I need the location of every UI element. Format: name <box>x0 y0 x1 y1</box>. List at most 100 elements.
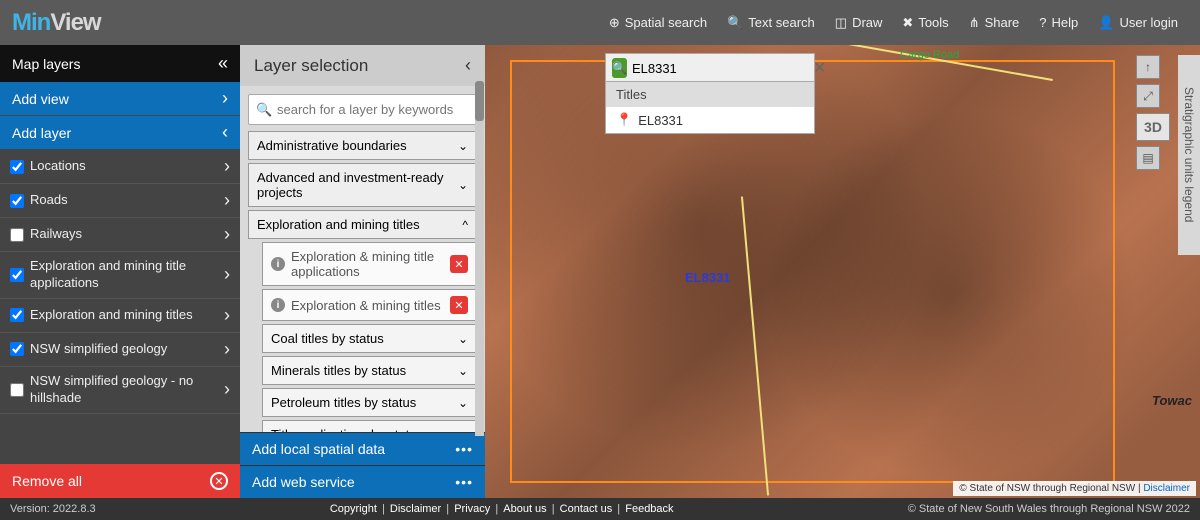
footer-link[interactable]: Copyright <box>328 503 379 515</box>
subcategory[interactable]: Petroleum titles by status <box>262 388 477 417</box>
basemap-icon[interactable]: ▤ <box>1136 146 1160 170</box>
remove-layer-icon[interactable]: ✕ <box>450 255 468 273</box>
topbar-icon: 👤 <box>1098 15 1114 31</box>
toggle-3d-button[interactable]: 3D <box>1136 113 1170 141</box>
topbar-item[interactable]: ⊕Spatial search <box>599 15 717 31</box>
map-tools: ↑ ⤢ 3D ▤ <box>1136 55 1170 170</box>
layer-row[interactable]: NSW simplified geology <box>0 333 240 367</box>
layer-label: NSW simplified geology - no hillshade <box>30 373 218 407</box>
layer-checkbox[interactable] <box>10 268 24 282</box>
topbar-icon: 🔍 <box>727 15 743 31</box>
road-label: Cargo Road <box>900 49 959 61</box>
topbar-label: Text search <box>748 15 814 30</box>
chevron-down-icon <box>458 178 468 192</box>
subcategory[interactable]: Title applications by status or mineral … <box>262 420 477 432</box>
topbar-icon: ⊕ <box>609 15 620 31</box>
legend-tab[interactable]: Stratigraphic units legend <box>1178 55 1200 255</box>
search-icon: 🔍 <box>256 102 272 118</box>
add-layer-label: Add layer <box>12 125 71 141</box>
topbar-item[interactable]: 🔍 Text search <box>717 15 825 31</box>
topbar-label: Draw <box>852 15 882 30</box>
layer-label: Railways <box>30 226 218 243</box>
layer-row[interactable]: Railways <box>0 218 240 252</box>
layer-checkbox[interactable] <box>10 383 24 397</box>
add-layer-button[interactable]: Add layer <box>0 116 240 150</box>
active-layer-row[interactable]: iExploration & mining titles✕ <box>262 289 477 321</box>
collapse-icon <box>218 53 228 74</box>
map-search-input[interactable] <box>632 61 808 76</box>
chevron-right-icon <box>224 339 230 360</box>
topbar-item[interactable]: ◫ Draw <box>825 15 893 31</box>
info-icon: i <box>271 257 285 271</box>
layer-label: Locations <box>30 158 218 175</box>
layer-label: Exploration and mining titles <box>30 307 218 324</box>
topbar-item[interactable]: 👤 User login <box>1088 15 1188 31</box>
map-search-box: 🔍 ✕ <box>605 53 815 83</box>
layer-selection-panel: Layer selection 🔍 Administrative boundar… <box>240 45 485 498</box>
map-layers-header[interactable]: Map layers <box>0 45 240 82</box>
topbar-label: User login <box>1119 15 1178 30</box>
search-submit-icon[interactable]: 🔍 <box>612 58 627 78</box>
add-view-button[interactable]: Add view <box>0 82 240 116</box>
topbar-icon: ◫ <box>835 15 847 31</box>
footer-links: Copyright | Disclaimer | Privacy | About… <box>96 503 908 515</box>
layer-selection-header[interactable]: Layer selection <box>240 45 485 86</box>
search-dropdown: Titles 📍EL8331 <box>605 81 815 134</box>
clear-search-icon[interactable]: ✕ <box>813 58 826 78</box>
add-web-service-button[interactable]: Add web service <box>240 465 485 498</box>
layer-checkbox[interactable] <box>10 228 24 242</box>
add-local-data-button[interactable]: Add local spatial data <box>240 432 485 465</box>
layer-label: Roads <box>30 192 218 209</box>
layer-row[interactable]: NSW simplified geology - no hillshade <box>0 367 240 414</box>
topbar-label: Help <box>1052 15 1079 30</box>
footer-link[interactable]: About us <box>501 503 548 515</box>
subcategory[interactable]: Minerals titles by status <box>262 356 477 385</box>
layer-row[interactable]: Exploration and mining titles <box>0 299 240 333</box>
category-projects[interactable]: Advanced and investment-ready projects <box>248 163 477 207</box>
disclaimer-link[interactable]: Disclaimer <box>1143 483 1190 494</box>
topbar-item[interactable]: ✖Tools <box>892 15 958 31</box>
category-admin[interactable]: Administrative boundaries <box>248 131 477 160</box>
category-titles[interactable]: Exploration and mining titles <box>248 210 477 239</box>
topbar-item[interactable]: ?Help <box>1029 15 1088 31</box>
pin-icon: 📍 <box>616 112 632 128</box>
layer-checkbox[interactable] <box>10 194 24 208</box>
layer-checkbox[interactable] <box>10 342 24 356</box>
chevron-down-icon <box>458 364 468 378</box>
topbar-icon: ✖ <box>902 15 913 31</box>
footer-link[interactable]: Contact us <box>558 503 615 515</box>
fullscreen-icon[interactable]: ⤢ <box>1136 84 1160 108</box>
info-icon: i <box>271 298 285 312</box>
attribution: © State of NSW through Regional NSW | Di… <box>953 481 1196 496</box>
subcategory[interactable]: Coal titles by status <box>262 324 477 353</box>
footer-link[interactable]: Privacy <box>452 503 492 515</box>
layer-row[interactable]: Roads <box>0 184 240 218</box>
north-arrow-icon[interactable]: ↑ <box>1136 55 1160 79</box>
dropdown-item[interactable]: 📍EL8331 <box>606 107 814 133</box>
chevron-right-icon <box>224 224 230 245</box>
active-layer-row[interactable]: iExploration & mining title applications… <box>262 242 477 286</box>
chevron-right-icon <box>224 305 230 326</box>
logo-pre: Min <box>12 9 50 36</box>
logo-post: View <box>50 9 100 36</box>
remove-all-button[interactable]: Remove all ✕ <box>0 464 240 498</box>
layer-checkbox[interactable] <box>10 160 24 174</box>
footer: Version: 2022.8.3 Copyright | Disclaimer… <box>0 498 1200 520</box>
footer-link[interactable]: Disclaimer <box>388 503 443 515</box>
map-canvas[interactable]: Cargo Road EL8331 Towac 🔍 ✕ Titles 📍EL83… <box>485 45 1200 498</box>
layer-label: Exploration and mining title application… <box>30 258 218 292</box>
footer-link[interactable]: Feedback <box>623 503 675 515</box>
topbar: MinView ⊕Spatial search 🔍 Text search ◫ Draw… <box>0 0 1200 45</box>
remove-layer-icon[interactable]: ✕ <box>450 296 468 314</box>
layer-row[interactable]: Exploration and mining title application… <box>0 252 240 299</box>
scrollbar[interactable] <box>475 81 484 436</box>
layer-row[interactable]: Locations <box>0 150 240 184</box>
more-icon <box>455 474 473 490</box>
layer-checkbox[interactable] <box>10 308 24 322</box>
remove-all-label: Remove all <box>12 473 82 489</box>
chevron-left-icon <box>222 122 228 143</box>
topbar-item[interactable]: ⋔Share <box>959 15 1030 31</box>
dropdown-header: Titles <box>606 82 814 107</box>
layer-search-input[interactable] <box>248 94 477 125</box>
map-layers-title: Map layers <box>12 56 80 72</box>
